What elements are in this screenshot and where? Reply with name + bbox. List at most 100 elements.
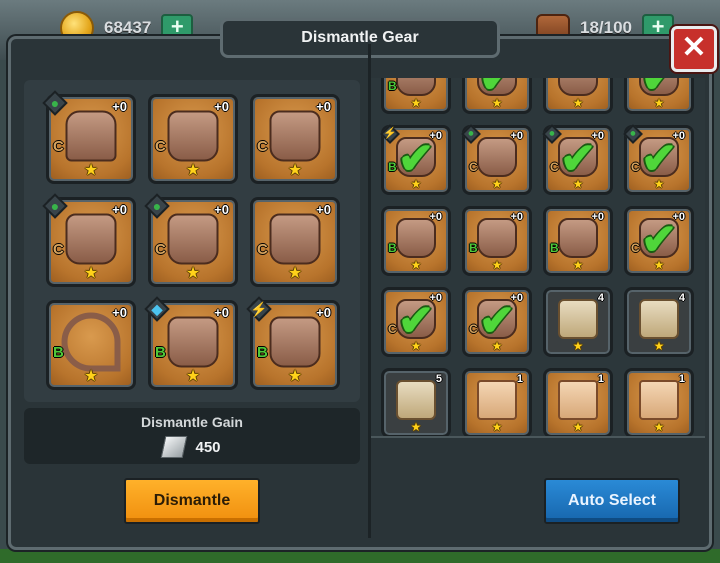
inventory_slots-slot[interactable]: +0 C ★ ✔: [624, 206, 694, 276]
item-grade: C: [53, 241, 64, 258]
star-icon: ★: [185, 368, 201, 385]
star-icon: ★: [572, 339, 584, 353]
inventory_slots-slot[interactable]: 1 ★: [462, 368, 532, 436]
item-level: +0: [591, 211, 604, 223]
item-level: 5: [435, 373, 442, 385]
scroll-icon: [639, 380, 679, 421]
inventory-grid[interactable]: B★★✔★★✔+0B★✔⚡+0C★●+0C★✔●+0C★✔●+0B★+0B★+0…: [371, 78, 705, 436]
gauntlet-icon: [396, 78, 436, 97]
selected_slots-slot[interactable]: +0 C ★: [250, 94, 340, 184]
inventory_slots-slot[interactable]: 1 ★: [543, 368, 613, 436]
dismantle-button[interactable]: Dismantle: [124, 478, 260, 524]
item-level: +0: [510, 211, 523, 223]
checkmark-icon: ✔: [397, 296, 435, 345]
bow-icon: [61, 312, 121, 372]
inventory-separator: [371, 436, 705, 438]
checkmark-icon: ✔: [478, 296, 516, 345]
bag-capacity: 18/100: [580, 18, 632, 37]
selected_slots-slot[interactable]: +0 B ★ ⚡: [246, 296, 340, 390]
inventory_slots-slot[interactable]: 4 ★: [543, 287, 613, 357]
item-level: +0: [510, 130, 523, 142]
inventory_slots-slot[interactable]: +0 C ★ ✔: [462, 287, 532, 357]
gauntlet-icon: [558, 218, 598, 259]
dismantle-gain-row: 450: [24, 436, 360, 458]
selected_slots-slot[interactable]: +0 C ★: [148, 94, 238, 184]
star-icon: ★: [83, 265, 99, 282]
blueprint-icon: [558, 299, 598, 340]
item-grade: B: [469, 241, 478, 255]
gauntlet-icon: [269, 316, 321, 368]
item-level: +0: [429, 211, 442, 223]
dialog-title: Dismantle Gear: [220, 18, 500, 58]
gauntlet-icon: [269, 110, 321, 162]
star-icon: ★: [410, 420, 422, 434]
item-grade: C: [469, 322, 478, 336]
checkmark-icon: ✔: [559, 134, 597, 183]
item-level: +0: [316, 202, 331, 217]
inventory_slots-slot[interactable]: +0 C ★ ✔ ●: [623, 124, 694, 195]
item-grade: B: [155, 344, 166, 361]
gauntlet-icon: [558, 78, 598, 97]
item-level: +0: [112, 202, 127, 217]
item-grade: B: [550, 241, 559, 255]
inventory_slots-slot[interactable]: +0 C ★ ✔ ●: [542, 124, 613, 195]
item-grade: C: [155, 138, 166, 155]
inventory_slots-slot[interactable]: 4 ★: [624, 287, 694, 357]
auto-select-button[interactable]: Auto Select: [544, 478, 680, 524]
item-grade: C: [469, 160, 478, 174]
item-level: 4: [678, 292, 685, 304]
item-grade: C: [155, 241, 166, 258]
checkmark-icon: ✔: [640, 215, 678, 264]
star-icon: ★: [572, 420, 584, 434]
item-grade: B: [388, 79, 397, 93]
inventory_slots-slot[interactable]: +0 B ★: [381, 206, 451, 276]
inventory_slots-slot[interactable]: 1 ★: [624, 368, 694, 436]
selected_slots-slot[interactable]: +0 C ★ ●: [42, 90, 136, 184]
item-level: +0: [112, 305, 127, 320]
inventory_slots-slot[interactable]: ★: [543, 78, 613, 114]
inventory_slots-slot[interactable]: B ★: [381, 78, 451, 114]
selected_slots-slot[interactable]: +0 C ★ ●: [144, 193, 238, 287]
checkmark-icon: ✔: [479, 78, 515, 103]
star-icon: ★: [287, 265, 303, 282]
item-level: +0: [112, 99, 127, 114]
bolt-badge-icon: ⚡: [246, 296, 272, 322]
inventory_slots-slot[interactable]: +0 B ★: [543, 206, 613, 276]
dismantle-gain-value: 450: [195, 438, 221, 456]
scroll-icon: [558, 380, 598, 421]
item-grade: B: [388, 160, 397, 174]
selected_slots-slot[interactable]: +0 B ★ ◆: [144, 296, 238, 390]
selected_slots-slot[interactable]: +0 C ★: [250, 197, 340, 287]
gauntlet-icon: [477, 137, 517, 178]
inventory_slots-slot[interactable]: +0 C ★ ✔: [381, 287, 451, 357]
star-icon: ★: [410, 258, 422, 272]
item-level: 1: [516, 373, 523, 385]
close-button[interactable]: ✕: [671, 26, 717, 72]
inventory_slots-slot[interactable]: ★✔: [462, 78, 532, 114]
star-icon: ★: [572, 258, 584, 272]
star-icon: ★: [287, 368, 303, 385]
item-grade: C: [257, 138, 268, 155]
gauntlet-icon: [65, 213, 117, 265]
item-grade: B: [388, 241, 397, 255]
star-icon: ★: [491, 420, 503, 434]
inventory_slots-slot[interactable]: ★✔: [624, 78, 694, 114]
scroll-icon: [477, 380, 517, 421]
gauntlet-icon: [477, 218, 517, 259]
item-grade: C: [631, 241, 640, 255]
item-grade: C: [550, 160, 559, 174]
star-icon: ★: [491, 177, 503, 191]
inventory_slots-slot[interactable]: +0 C ★ ●: [461, 124, 532, 195]
item-level: +0: [214, 305, 229, 320]
star-icon: ★: [83, 162, 99, 179]
gauntlet-icon: [167, 110, 219, 162]
star-icon: ★: [653, 339, 665, 353]
selected_slots-slot[interactable]: +0 C ★ ●: [42, 193, 136, 287]
star-icon: ★: [287, 162, 303, 179]
selected_slots-slot[interactable]: +0 B ★: [46, 300, 136, 390]
inventory_slots-slot[interactable]: +0 B ★: [462, 206, 532, 276]
game-background-bottom: [0, 549, 720, 563]
item-grade: C: [257, 241, 268, 258]
inventory_slots-slot[interactable]: 5 ★: [381, 368, 451, 436]
inventory_slots-slot[interactable]: +0 B ★ ✔ ⚡: [380, 124, 451, 195]
